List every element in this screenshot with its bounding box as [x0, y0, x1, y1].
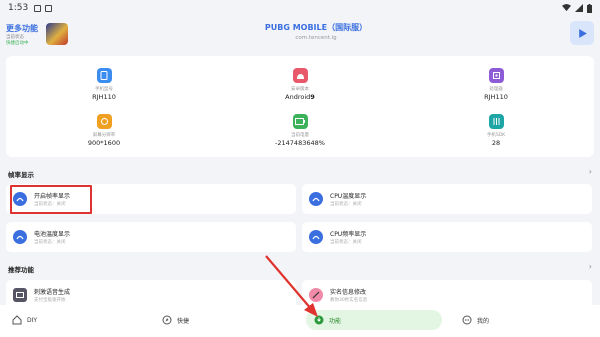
play-icon	[578, 28, 587, 38]
game-header: 更多功能 当前状态 快捷启动中 PUBG MOBILE（国际服） com.ten…	[6, 18, 594, 50]
voice-generator-title: 刺激语音生成	[34, 289, 71, 296]
voice-generator-sub: 支付宝极速开始	[34, 298, 66, 303]
recommend-section-title: 推荐功能	[8, 266, 34, 274]
nav-mine-label: 我的	[477, 317, 490, 325]
nav-diy[interactable]: DIY	[12, 310, 37, 330]
wifi-icon	[562, 4, 571, 12]
chip-icon	[488, 68, 504, 83]
image-notification-icon	[34, 4, 42, 12]
more-functions-quickstart: 快捷启动中	[6, 40, 29, 46]
resolution-item: 屏幕分辨率 900*1600	[44, 114, 164, 147]
resolution-label: 屏幕分辨率	[92, 133, 116, 138]
phone-icon	[96, 68, 112, 83]
device-model-label: 手机型号	[95, 87, 113, 92]
recommend-section-chevron-icon[interactable]: ›	[589, 262, 592, 271]
frame-section-title: 帧率显示	[8, 171, 34, 179]
battery-temp-status: 当前状态：关闭	[34, 240, 66, 245]
battery-level-value: -2147483648%	[275, 139, 325, 147]
sdk-value: 28	[491, 139, 501, 147]
profile-icon	[462, 315, 472, 325]
battery-status-icon	[587, 3, 592, 13]
bottom-nav: DIY 快捷 功能 我的	[0, 305, 600, 337]
cpu-freq-toggle[interactable]: CPU频率显示 当前状态：关闭	[302, 222, 592, 252]
more-functions-title: 更多功能	[6, 23, 38, 33]
battery-temp-toggle[interactable]: 电池温度显示 当前状态：关闭	[6, 222, 296, 252]
launch-game-button[interactable]	[570, 21, 594, 45]
game-info: PUBG MOBILE（国际服） com.tencent.ig	[226, 22, 406, 41]
device-model-value: RJH110	[92, 93, 116, 101]
speedometer-icon	[13, 230, 27, 244]
speedometer-icon	[309, 230, 323, 244]
device-info-card: 手机型号 RJH110 安卓版本 Android9 处理器 RJH110 屏幕分…	[6, 56, 594, 157]
nav-shortcut-label: 快捷	[177, 317, 190, 325]
sdk-icon	[488, 114, 504, 129]
battery-temp-title: 电池温度显示	[34, 231, 71, 238]
highlight-box	[10, 185, 92, 214]
android-version-label: 安卓版本	[291, 87, 309, 92]
id-card-icon	[309, 288, 323, 302]
function-icon	[314, 315, 324, 325]
pubg-game-icon[interactable]	[46, 23, 68, 45]
cpu-freq-title: CPU频率显示	[330, 231, 367, 238]
tv-icon	[13, 288, 27, 302]
cpu-temp-status: 当前状态：关闭	[330, 202, 362, 207]
notification-icons	[34, 4, 53, 12]
home-icon	[12, 315, 22, 325]
cpu-temp-toggle[interactable]: CPU温度显示 当前状态：关闭	[302, 184, 592, 214]
more-functions[interactable]: 更多功能 当前状态 快捷启动中	[6, 23, 42, 46]
android-icon	[292, 68, 308, 83]
battery-icon	[292, 114, 308, 129]
realname-modify-title: 实名信息修改	[330, 289, 367, 296]
game-name: PUBG MOBILE（国际服）	[264, 23, 368, 32]
app-notification-icon	[45, 4, 53, 12]
resolution-value: 900*1600	[87, 139, 121, 147]
nav-function-label: 功能	[329, 317, 342, 325]
cpu-temp-title: CPU温度显示	[330, 193, 367, 200]
cpu-freq-status: 当前状态：关闭	[330, 240, 362, 245]
game-package: com.tencent.ig	[295, 35, 337, 41]
realname-modify-sub: 教你30秒实名信息	[330, 298, 368, 303]
battery-level-label: 当前电量	[291, 133, 309, 138]
status-bar: 1:53	[0, 0, 600, 16]
sdk-label: 手机SDK	[486, 133, 506, 138]
processor-value: RJH110	[484, 93, 508, 101]
status-time: 1:53	[8, 3, 29, 13]
signal-icon	[575, 4, 583, 12]
processor-item: 处理器 RJH110	[436, 68, 556, 101]
frame-section-chevron-icon[interactable]: ›	[589, 167, 592, 176]
android-version-value: Android9	[285, 93, 315, 101]
nav-shortcut[interactable]: 快捷	[162, 310, 189, 330]
screen-icon	[96, 114, 112, 129]
battery-level-item: 当前电量 -2147483648%	[240, 114, 360, 147]
speedometer-icon	[309, 192, 323, 206]
nav-function[interactable]: 功能	[306, 310, 442, 330]
nav-mine[interactable]: 我的	[462, 310, 489, 330]
nav-diy-label: DIY	[27, 316, 38, 324]
android-version-item: 安卓版本 Android9	[240, 68, 360, 101]
compass-icon	[162, 315, 172, 325]
device-model-item: 手机型号 RJH110	[44, 68, 164, 101]
processor-label: 处理器	[489, 87, 503, 92]
sdk-item: 手机SDK 28	[436, 114, 556, 147]
